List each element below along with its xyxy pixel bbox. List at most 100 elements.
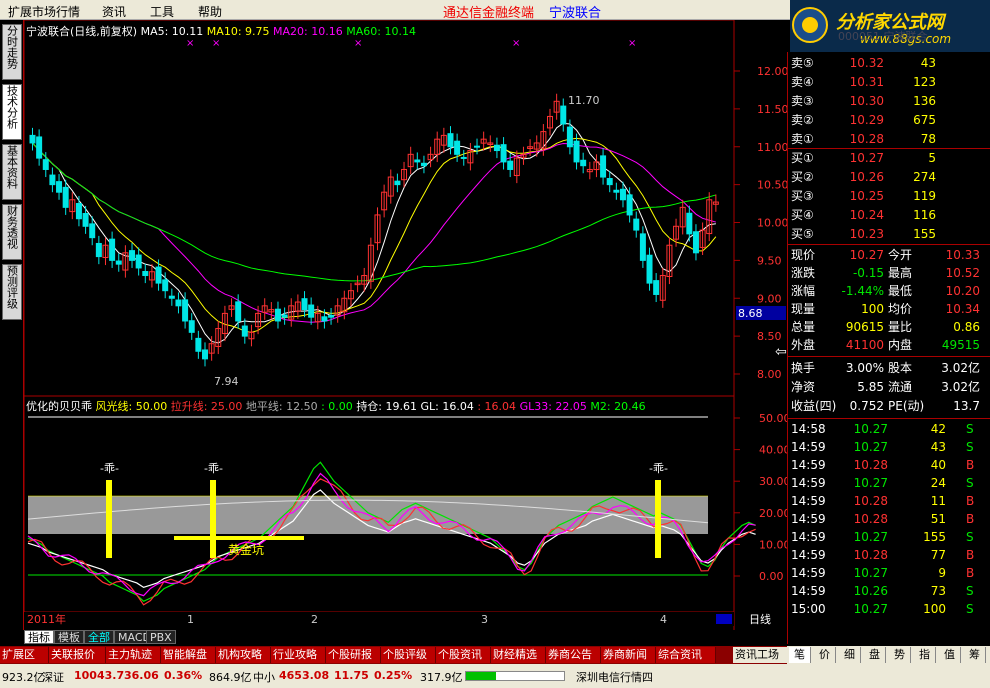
tab-financials[interactable]: 财务透视 — [2, 204, 22, 260]
tick-row-cell: B — [966, 548, 975, 562]
price-tick-label: 8.50 — [757, 330, 782, 343]
signal-marker: × — [212, 38, 220, 49]
function-tab-8[interactable]: 个股资讯 — [436, 647, 491, 663]
bid-row-cell: 10.23 — [849, 227, 884, 241]
function-tab-6[interactable]: 个股研报 — [326, 647, 381, 663]
tick-row-cell: 14:59 — [791, 476, 826, 490]
current-price-label: 8.68 — [738, 307, 763, 320]
stat-row-cell: 均价 — [888, 302, 913, 316]
candle-body — [82, 213, 89, 227]
function-tab-3[interactable]: 智能解盘 — [161, 647, 216, 663]
info-row: 换手 3.00% 股本 3.02亿 — [788, 359, 990, 377]
tick-row-cell: 73 — [930, 584, 946, 598]
candle-body — [202, 349, 208, 360]
menu-item-tools[interactable]: 工具 — [150, 3, 174, 20]
menu-item-help[interactable]: 帮助 — [198, 3, 222, 20]
function-tab-9[interactable]: 财经精选 — [491, 647, 546, 663]
ind-tick-label: 50.00 — [759, 412, 787, 425]
indicator-axis: 50.00 40.00 30.00 20.00 10.00 0.00 — [734, 412, 791, 583]
candle-body — [162, 279, 169, 292]
stat-row: 涨跌 -0.15 最高 10.52 — [788, 264, 990, 282]
info-row: 收益(四) 0.752 PE(动) 13.7 — [788, 397, 990, 415]
ask-row: 卖① 10.28 78 — [788, 130, 990, 148]
right-tab-4[interactable]: 势 — [889, 647, 911, 663]
candle-body — [328, 315, 335, 318]
stat-row-cell: 100 — [861, 302, 884, 316]
stat-row-cell: -0.15 — [852, 266, 884, 280]
golden-pit-label: 黄金坑 — [228, 542, 264, 557]
right-tab-0[interactable]: 笔 — [789, 647, 811, 663]
quote-panel: 卖⑤ 10.32 43 卖④ 10.31 123 卖③ 10.30 136 卖② 10.29 675 卖… — [775, 52, 990, 644]
tab-indicator[interactable]: 指标 — [24, 630, 54, 644]
tab-technical[interactable]: 技术分析 — [2, 84, 22, 140]
candle-body — [135, 254, 142, 269]
tick-row-cell: B — [966, 512, 975, 526]
status-zx-change: 11.75 — [334, 669, 369, 682]
candle-body — [420, 162, 427, 167]
status-amount-sh: 923.2亿 — [2, 671, 45, 684]
candle-body — [394, 180, 401, 186]
tab-intraday[interactable]: 分时走势 — [2, 24, 22, 80]
stat-row-cell: 最高 — [888, 266, 913, 280]
right-tab-7[interactable]: 筹 — [964, 647, 986, 663]
ma5-line — [32, 122, 716, 344]
tab-fundamentals[interactable]: 基本资料 — [2, 144, 22, 200]
function-tab-0[interactable]: 扩展区 — [0, 647, 49, 663]
tick-row-cell: 10.28 — [853, 458, 888, 472]
ind-line-magenta — [27, 472, 756, 597]
scroll-thumb[interactable] — [716, 614, 732, 624]
tab-template[interactable]: 模板 — [54, 630, 84, 644]
price-tick-label: 9.50 — [757, 254, 782, 267]
right-tab-6[interactable]: 值 — [939, 647, 961, 663]
stat-row-cell: 0.86 — [953, 320, 980, 334]
ma-legend-2: MA20: 10.16 — [269, 25, 343, 38]
function-tab-4[interactable]: 机构攻略 — [216, 647, 271, 663]
stat-row-cell: 49515 — [941, 338, 980, 352]
ask-row-cell: 123 — [913, 75, 936, 89]
tick-row-cell: B — [966, 566, 975, 580]
function-tab-12[interactable]: 综合资讯 — [656, 647, 716, 663]
candle-body — [89, 223, 96, 239]
tick-row-cell: S — [966, 476, 974, 490]
menu-item-market[interactable]: 扩展市场行情 — [8, 3, 80, 20]
function-tab-1[interactable]: 关联报价 — [49, 647, 106, 663]
tab-technical-label: 技术分析 — [5, 85, 19, 129]
function-tab-13[interactable]: 资讯工场 — [733, 647, 791, 663]
right-tab-2[interactable]: 细 — [839, 647, 861, 663]
tick-row-cell: 11 — [930, 494, 946, 508]
kline-chart[interactable]: 12.0011.5011.0010.5010.009.509.008.508.0… — [23, 19, 791, 641]
right-tab-1[interactable]: 价 — [814, 647, 836, 663]
function-tab-7[interactable]: 个股评级 — [381, 647, 436, 663]
arrow-icon[interactable]: ⇦ — [775, 344, 787, 360]
chart-area[interactable]: 12.00 11.50 11.00 10.50 10.00 9.50 9.00 8.50 8.0… — [23, 19, 791, 641]
candle-body — [633, 218, 640, 231]
ma-legend-0: MA5: 10.11 — [140, 25, 204, 38]
status-sz-change: 36.06 — [124, 669, 159, 682]
right-tab-3[interactable]: 盘 — [864, 647, 886, 663]
right-tab-5[interactable]: 指 — [914, 647, 936, 663]
status-sz-label: 深证 — [42, 671, 64, 684]
stat-row-cell: 最低 — [888, 284, 913, 298]
tick-row-cell: 14:59 — [791, 584, 826, 598]
stat-row: 现价 10.27 今开 10.33 — [788, 246, 990, 264]
function-tab-2[interactable]: 主力轨迹 — [106, 647, 161, 663]
tick-row-cell: 10.27 — [853, 566, 888, 580]
candle-body — [653, 280, 660, 295]
function-tab-5[interactable]: 行业攻略 — [271, 647, 326, 663]
function-tab-11[interactable]: 券商新闻 — [601, 647, 656, 663]
tick-row-cell: 10.27 — [853, 422, 888, 436]
tick-row: 14:59 10.28 51 B — [788, 510, 990, 528]
tick-row: 14:58 10.27 42 S — [788, 420, 990, 438]
menu-item-news[interactable]: 资讯 — [102, 3, 126, 20]
bid-row-cell: 119 — [913, 189, 936, 203]
bid-row: 买⑤ 10.23 155 — [788, 225, 990, 243]
ind-tick-label: 20.00 — [759, 507, 787, 520]
tab-forecast[interactable]: 预测评级 — [2, 264, 22, 320]
tab-pbx[interactable]: PBX — [146, 630, 176, 644]
candle-body — [301, 298, 308, 311]
function-tab-10[interactable]: 券商公告 — [546, 647, 601, 663]
period-label[interactable]: 日线 — [749, 612, 771, 626]
ask-row-cell: 136 — [913, 94, 936, 108]
tab-forecast-label: 预测评级 — [5, 265, 19, 309]
tab-all[interactable]: 全部 — [84, 630, 114, 644]
